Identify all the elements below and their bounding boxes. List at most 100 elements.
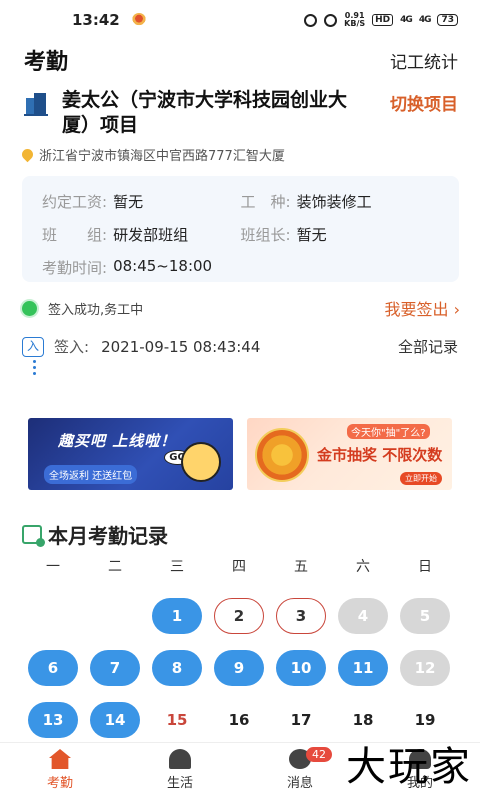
calendar-day-plain: 18 — [352, 711, 374, 729]
calendar-day-future: 12 — [400, 650, 450, 686]
calendar-day-marked: 2 — [214, 598, 264, 634]
team-label: 班 组: — [42, 226, 108, 244]
location-icon — [324, 13, 338, 27]
calendar-day-cell[interactable]: 1 — [146, 598, 208, 634]
calendar-day-cell[interactable]: 11 — [332, 650, 394, 686]
team-value: 研发部班组 — [113, 226, 189, 244]
calendar-grid: 1 2 3 4 5 6 7 8 9 10 11 12 13 14 15 16 17 18 19 — [22, 590, 456, 746]
weekday-label: 四 — [232, 559, 246, 575]
calendar-day-marked: 3 — [276, 598, 326, 634]
project-address: 浙江省宁波市镇海区中官西路777汇智大厦 — [19, 145, 285, 164]
alarm-icon — [304, 13, 318, 27]
project-header: 姜太公（宁波市大学科技园创业大厦）项目 切换项目 — [24, 88, 458, 138]
tab-life[interactable]: 生活 — [120, 743, 240, 800]
hours-label: 考勤时间: — [42, 259, 108, 277]
calendar-day-attended: 6 — [28, 650, 78, 686]
lottery-wheel-icon — [255, 428, 309, 482]
work-stats-link[interactable]: 记工统计 — [390, 48, 458, 73]
calendar-day-plain: 16 — [228, 711, 250, 729]
timeline-dots — [33, 360, 37, 378]
unread-badge: 42 — [306, 747, 332, 762]
sign-status-bar: 签入成功,务工中 我要签出 › — [22, 296, 460, 320]
project-name: 姜太公（宁波市大学科技园创业大厦）项目 — [62, 89, 348, 136]
calendar-day-attended: 7 — [90, 650, 140, 686]
trade-label: 工 种: — [240, 193, 291, 211]
calendar-day-future: 5 — [400, 598, 450, 634]
calendar-week: 6 7 8 9 10 11 12 — [22, 642, 456, 694]
tab-messages[interactable]: 消息 42 — [240, 743, 360, 800]
calendar-day-cell[interactable]: 8 — [146, 650, 208, 686]
hd-icon: HD — [372, 14, 394, 26]
weekday-label: 六 — [356, 559, 370, 575]
calendar-day-cell[interactable]: 5 — [394, 598, 456, 634]
wage-label: 约定工资: — [42, 193, 108, 211]
checkin-time: 2021-09-15 08:43:44 — [101, 337, 261, 356]
calendar-day-cell[interactable]: 17 — [270, 702, 332, 738]
calendar-day-cell[interactable]: 18 — [332, 702, 394, 738]
leader-value: 暂无 — [296, 226, 327, 244]
banner-right-cta: 立即开始 — [400, 472, 442, 485]
calendar-day-cell[interactable]: 12 — [394, 650, 456, 686]
calendar-day-cell[interactable]: 13 — [22, 702, 84, 738]
banner-right-headline: 金市抽奖 不限次数 — [317, 446, 443, 464]
address-text: 浙江省宁波市镇海区中官西路777汇智大厦 — [39, 149, 285, 164]
switch-project-button[interactable]: 切换项目 — [390, 90, 458, 138]
calendar-day-cell[interactable]: 3 — [270, 598, 332, 634]
calendar-day-cell[interactable]: 6 — [22, 650, 84, 686]
battery-icon: 73 — [437, 14, 458, 26]
calendar-day-cell[interactable]: 7 — [84, 650, 146, 686]
weekday-label: 日 — [418, 559, 432, 575]
sign-out-button[interactable]: 我要签出 › — [385, 296, 461, 320]
checkin-label: 签入: — [54, 338, 90, 356]
calendar-icon — [22, 525, 45, 547]
calendar-day-attended: 10 — [276, 650, 326, 686]
calendar-day-cell[interactable]: 16 — [208, 702, 270, 738]
sign-status-text: 签入成功,务工中 — [48, 302, 144, 318]
calendar-day-cell[interactable]: 9 — [208, 650, 270, 686]
status-dot-icon — [22, 300, 37, 316]
header: 考勤 记工统计 — [24, 44, 458, 76]
building-icon — [24, 92, 50, 118]
weekday-label: 五 — [294, 559, 308, 575]
promo-banner-left[interactable]: 趣买吧 上线啦！ 全场返利 还送红包 GO — [28, 418, 233, 490]
location-pin-icon — [19, 146, 36, 163]
watermark: 大玩家 — [346, 744, 472, 790]
banner-left-sub: 全场返利 还送红包 — [44, 465, 138, 484]
status-indicators: 0.91 KB/S HD 4G 4G 73 — [304, 12, 458, 28]
wage-value: 暂无 — [113, 193, 144, 211]
checkin-record: 入 签入: 2021-09-15 08:43:44 全部记录 — [22, 336, 458, 357]
calendar-day-cell[interactable]: 2 — [208, 598, 270, 634]
net-speed: 0.91 KB/S — [344, 11, 366, 28]
calendar-day-attended: 13 — [28, 702, 78, 738]
trade-value: 装饰装修工 — [296, 193, 372, 211]
calendar-title-text: 本月考勤记录 — [48, 524, 168, 548]
calendar-week: 12345 — [22, 590, 456, 642]
cartoon-face-icon — [181, 442, 221, 482]
calendar-day-cell[interactable]: 19 — [394, 702, 456, 738]
all-records-link[interactable]: 全部记录 — [398, 336, 458, 357]
promo-banner-right[interactable]: 今天你"抽"了么? 金市抽奖 不限次数 立即开始 — [247, 418, 452, 490]
calendar-day-cell[interactable]: 4 — [332, 598, 394, 634]
banner-right-small: 今天你"抽"了么? — [347, 424, 430, 439]
status-time: 13:42 — [72, 11, 120, 29]
weekday-label: 二 — [108, 559, 122, 575]
calendar-day-attended: 14 — [90, 702, 140, 738]
hours-value: 08:45~18:00 — [113, 257, 213, 275]
tab-label: 消息 — [286, 776, 313, 791]
signal-icon-2: 4G — [418, 15, 432, 25]
calendar-day-cell[interactable]: 10 — [270, 650, 332, 686]
calendar-day-today: 15 — [166, 711, 188, 729]
tab-attendance[interactable]: 考勤 — [0, 743, 120, 800]
calendar-day-attended: 8 — [152, 650, 202, 686]
weekday-header: 一 二 三 四 五 六 日 — [22, 556, 456, 576]
calendar-day-cell[interactable]: 14 — [84, 702, 146, 738]
calendar-day-cell[interactable]: 15 — [146, 702, 208, 738]
calendar-day-attended: 1 — [152, 598, 202, 634]
work-info-card: 约定工资: 暂无 工 种: 装饰装修工 班 组: 研发部班组 班组长: 暂无 考勤时间:… — [22, 176, 459, 282]
calendar-day-future: 4 — [338, 598, 388, 634]
status-bar: 13:42 0.91 KB/S HD 4G 4G 73 — [0, 0, 480, 40]
tab-label: 生活 — [166, 776, 193, 791]
tab-label: 考勤 — [46, 776, 73, 791]
calendar-day-attended: 9 — [214, 650, 264, 686]
signal-icon: 4G — [400, 15, 413, 25]
